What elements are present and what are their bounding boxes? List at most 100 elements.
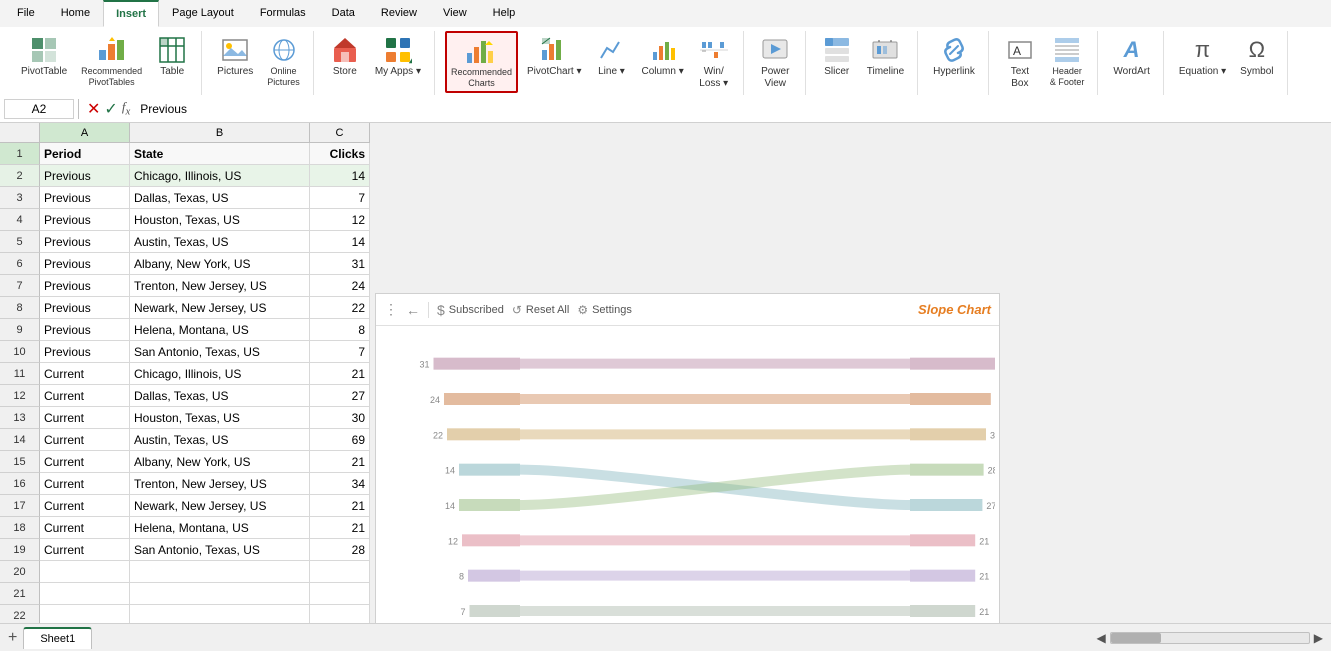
timeline-button[interactable]: Timeline [862, 31, 909, 81]
grid-cell[interactable]: Albany, New York, US [130, 253, 310, 275]
function-icon[interactable]: fx [122, 99, 130, 118]
text-box-button[interactable]: A TextBox [999, 31, 1041, 93]
grid-cell[interactable]: 28 [310, 539, 370, 561]
grid-cell[interactable]: Austin, Texas, US [130, 231, 310, 253]
slicer-button[interactable]: Slicer [816, 31, 858, 81]
grid-cell[interactable]: Houston, Texas, US [130, 209, 310, 231]
grid-cell[interactable]: Previous [40, 165, 130, 187]
sheet-tab-sheet1[interactable]: Sheet1 [23, 627, 92, 649]
grid-cell[interactable] [310, 583, 370, 605]
pivot-chart-button[interactable]: PivotChart ▾ [522, 31, 586, 81]
row-header[interactable]: 4 [0, 209, 40, 231]
grid-cell[interactable]: Clicks [310, 143, 370, 165]
tab-insert[interactable]: Insert [103, 0, 159, 27]
grid-cell[interactable] [40, 583, 130, 605]
grid-cell[interactable]: Trenton, New Jersey, US [130, 275, 310, 297]
confirm-formula-icon[interactable]: ✓ [104, 99, 117, 119]
subscribed-button[interactable]: $ Subscribed [437, 302, 504, 318]
grid-cell[interactable]: 14 [310, 165, 370, 187]
grid-cell[interactable]: San Antonio, Texas, US [130, 341, 310, 363]
reset-all-button[interactable]: ↺ Reset All [512, 303, 569, 317]
grid-cell[interactable]: Houston, Texas, US [130, 407, 310, 429]
grid-cell[interactable]: Previous [40, 209, 130, 231]
grid-cell[interactable]: Previous [40, 297, 130, 319]
grid-cell[interactable] [40, 561, 130, 583]
grid-cell[interactable]: 22 [310, 297, 370, 319]
row-header[interactable]: 15 [0, 451, 40, 473]
hyperlink-button[interactable]: Hyperlink [928, 31, 980, 81]
row-header[interactable]: 14 [0, 429, 40, 451]
grid-cell[interactable]: Chicago, Illinois, US [130, 165, 310, 187]
winloss-button[interactable]: Win/Loss ▾ [693, 31, 735, 93]
grid-cell[interactable]: Current [40, 429, 130, 451]
row-header[interactable]: 22 [0, 605, 40, 623]
grid-cell[interactable]: Trenton, New Jersey, US [130, 473, 310, 495]
grid-cell[interactable]: 27 [310, 385, 370, 407]
line-button[interactable]: Line ▾ [590, 31, 632, 81]
grid-cell[interactable]: Previous [40, 187, 130, 209]
grid-cell[interactable]: State [130, 143, 310, 165]
grid-cell[interactable]: 31 [310, 253, 370, 275]
tab-page-layout[interactable]: Page Layout [159, 0, 247, 27]
pivot-table-button[interactable]: PivotTable [16, 31, 72, 81]
row-header[interactable]: 2 [0, 165, 40, 187]
grid-cell[interactable]: Austin, Texas, US [130, 429, 310, 451]
grid-cell[interactable]: San Antonio, Texas, US [130, 539, 310, 561]
settings-button[interactable]: ⚙ Settings [577, 303, 632, 317]
row-header[interactable]: 11 [0, 363, 40, 385]
grid-cell[interactable] [40, 605, 130, 623]
tab-file[interactable]: File [4, 0, 48, 27]
power-view-button[interactable]: PowerView [754, 31, 796, 93]
grid-cell[interactable]: Current [40, 495, 130, 517]
store-button[interactable]: Store [324, 31, 366, 81]
add-sheet-button[interactable]: + [4, 629, 21, 647]
grid-cell[interactable]: 21 [310, 451, 370, 473]
grid-cell[interactable] [310, 561, 370, 583]
row-header[interactable]: 9 [0, 319, 40, 341]
grid-cell[interactable]: Albany, New York, US [130, 451, 310, 473]
equation-button[interactable]: π Equation ▾ [1174, 31, 1231, 81]
row-header[interactable]: 12 [0, 385, 40, 407]
horizontal-scrollbar[interactable] [1110, 632, 1310, 644]
grid-cell[interactable]: 12 [310, 209, 370, 231]
grid-cell[interactable]: Newark, New Jersey, US [130, 297, 310, 319]
tab-review[interactable]: Review [368, 0, 430, 27]
grid-cell[interactable]: 34 [310, 473, 370, 495]
row-header[interactable]: 17 [0, 495, 40, 517]
row-header[interactable]: 19 [0, 539, 40, 561]
row-header[interactable]: 10 [0, 341, 40, 363]
grid-cell[interactable]: Dallas, Texas, US [130, 385, 310, 407]
symbol-button[interactable]: Ω Symbol [1235, 31, 1278, 81]
grid-cell[interactable]: Period [40, 143, 130, 165]
grid-cell[interactable]: Current [40, 539, 130, 561]
col-header-b[interactable]: B [130, 123, 310, 143]
grid-cell[interactable]: Previous [40, 231, 130, 253]
grid-cell[interactable]: Current [40, 473, 130, 495]
grid-cell[interactable]: 7 [310, 187, 370, 209]
grid-cell[interactable]: 24 [310, 275, 370, 297]
grid-cell[interactable]: Helena, Montana, US [130, 517, 310, 539]
row-header[interactable]: 7 [0, 275, 40, 297]
row-header[interactable]: 6 [0, 253, 40, 275]
row-header[interactable]: 21 [0, 583, 40, 605]
my-apps-button[interactable]: My Apps ▾ [370, 31, 426, 81]
formula-input[interactable] [138, 100, 1327, 118]
grid-cell[interactable]: 30 [310, 407, 370, 429]
online-pictures-button[interactable]: OnlinePictures [262, 31, 305, 91]
tab-data[interactable]: Data [319, 0, 368, 27]
col-header-c[interactable]: C [310, 123, 370, 143]
tab-help[interactable]: Help [480, 0, 529, 27]
grid-cell[interactable] [130, 561, 310, 583]
recommended-charts-button[interactable]: RecommendedCharts [445, 31, 518, 93]
row-header[interactable]: 13 [0, 407, 40, 429]
grid-cell[interactable]: Previous [40, 275, 130, 297]
grid-cell[interactable]: 8 [310, 319, 370, 341]
tab-home[interactable]: Home [48, 0, 103, 27]
header-footer-button[interactable]: Header& Footer [1045, 31, 1090, 91]
back-arrow-icon[interactable]: ← [406, 302, 420, 318]
row-header[interactable]: 8 [0, 297, 40, 319]
three-dots-icon[interactable]: ⋮ [384, 301, 398, 318]
grid-cell[interactable]: Current [40, 363, 130, 385]
col-header-a[interactable]: A [40, 123, 130, 143]
grid-cell[interactable] [130, 605, 310, 623]
